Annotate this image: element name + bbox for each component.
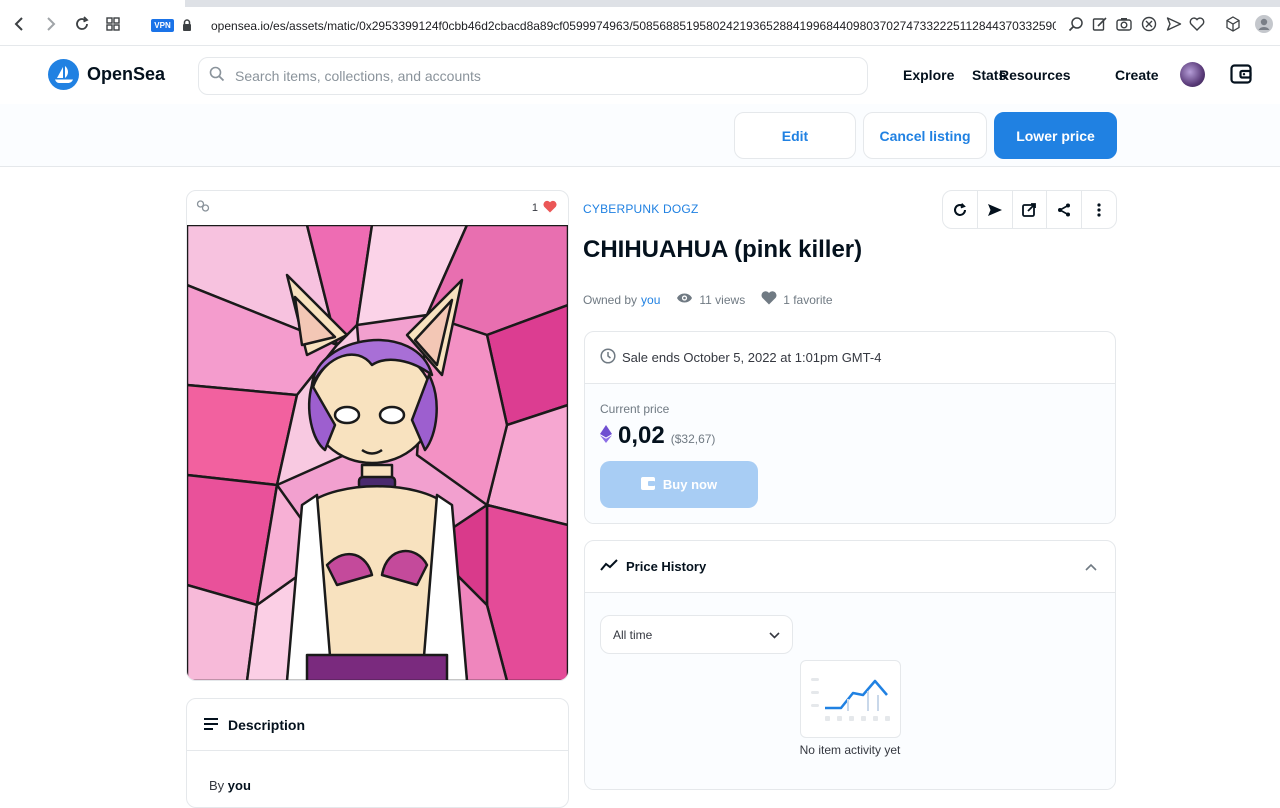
user-avatar[interactable] [1180, 62, 1205, 87]
clock-icon [600, 348, 616, 367]
price-value: 0,02 [618, 422, 665, 449]
price-row: 0,02 ($32,67) [600, 422, 715, 450]
sale-end-row: Sale ends October 5, 2022 at 1:01pm GMT-… [585, 332, 1115, 384]
time-range-value: All time [613, 627, 653, 642]
chevron-down-icon [769, 628, 780, 642]
address-bar[interactable]: opensea.io/es/assets/matic/0x2953399124f… [211, 19, 1056, 33]
views-count: 11 views [699, 292, 746, 307]
camera-icon[interactable] [1116, 16, 1132, 32]
transfer-icon[interactable] [978, 191, 1013, 228]
description-title: Description [228, 716, 306, 733]
price-history-panel: Price History All time No item activity … [584, 540, 1116, 790]
by-name[interactable]: you [228, 778, 251, 793]
forward-icon[interactable] [40, 14, 60, 34]
empty-chart-illustration [800, 660, 901, 738]
share-icon[interactable] [1047, 191, 1083, 228]
ethereum-icon [600, 425, 612, 448]
chevron-up-icon[interactable] [1085, 559, 1097, 574]
search-icon [209, 66, 225, 87]
favorites-stat: 1 favorite [761, 291, 833, 308]
eye-icon [676, 292, 693, 307]
like-counter[interactable]: 1 [532, 200, 557, 216]
by-label: By [209, 778, 225, 793]
vpn-badge[interactable]: VPN [151, 19, 174, 32]
nav-create[interactable]: Create [1115, 67, 1159, 83]
description-byline: By you [209, 778, 251, 793]
search-bar[interactable] [198, 57, 868, 95]
wallet-small-icon [640, 476, 655, 493]
refresh-icon[interactable] [943, 191, 978, 228]
opensea-logo[interactable]: OpenSea [48, 59, 165, 90]
price-history-header[interactable]: Price History [585, 541, 1115, 593]
price-section: Current price 0,02 ($32,67) Buy now [585, 384, 1115, 523]
site-header: OpenSea Explore Stats Resources Create [0, 46, 1280, 104]
price-usd: ($32,67) [670, 432, 716, 446]
lower-price-button[interactable]: Lower price [994, 112, 1117, 159]
time-range-select[interactable]: All time [600, 615, 793, 654]
empty-activity-text: No item activity yet [799, 743, 901, 757]
more-options-icon[interactable] [1082, 191, 1116, 228]
buy-now-label: Buy now [662, 477, 718, 492]
owned-by-label: Owned by [583, 292, 638, 307]
search-input[interactable] [235, 68, 835, 84]
edit-button[interactable]: Edit [734, 112, 856, 159]
trending-icon [600, 559, 618, 574]
external-link-icon[interactable] [1013, 191, 1048, 228]
views-stat: 11 views [676, 292, 745, 307]
item-title: CHIHUAHUA (pink killer) [583, 236, 863, 263]
price-history-body: All time No item activity yet [585, 593, 1115, 789]
owner-action-bar: Edit Cancel listing Lower price [0, 104, 1280, 167]
nft-artwork-image[interactable] [187, 225, 568, 681]
description-header[interactable]: Description [187, 699, 568, 751]
price-history-title: Price History [626, 559, 707, 574]
block-icon[interactable] [1141, 16, 1157, 32]
nft-image-card: 1 [186, 190, 569, 681]
logo-text: OpenSea [87, 64, 166, 84]
image-card-header: 1 [187, 191, 568, 225]
item-toolbar [942, 190, 1117, 229]
nav-resources[interactable]: Resources [999, 67, 1071, 83]
profile-icon[interactable] [1255, 15, 1273, 33]
send-icon[interactable] [1166, 16, 1182, 32]
tab-strip [185, 0, 1280, 7]
owner-link[interactable]: you [641, 293, 660, 307]
list-icon [204, 717, 218, 733]
reload-icon[interactable] [72, 14, 92, 34]
collection-link[interactable]: CYBERPUNK DOGZ [583, 202, 698, 216]
sale-panel: Sale ends October 5, 2022 at 1:01pm GMT-… [584, 331, 1116, 524]
opensea-ship-icon [48, 59, 79, 90]
back-icon[interactable] [10, 14, 30, 34]
nav-explore[interactable]: Explore [903, 67, 954, 83]
like-count: 1 [531, 202, 538, 214]
cancel-listing-button[interactable]: Cancel listing [863, 112, 987, 159]
search-page-icon[interactable] [1068, 16, 1084, 32]
description-panel: Description By you [186, 698, 569, 808]
current-price-label: Current price [600, 402, 670, 416]
sale-end-text: Sale ends October 5, 2022 at 1:01pm GMT-… [622, 350, 882, 365]
favorites-count: 1 favorite [783, 292, 833, 307]
lock-icon[interactable] [182, 18, 192, 36]
cube-icon[interactable] [1225, 16, 1241, 32]
speed-dial-icon[interactable] [103, 14, 123, 34]
buy-now-button[interactable]: Buy now [600, 461, 758, 508]
heart-outline-icon[interactable] [1189, 16, 1205, 32]
browser-toolbar: VPN opensea.io/es/assets/matic/0x2953399… [0, 0, 1280, 46]
edit-page-icon[interactable] [1092, 16, 1108, 32]
heart-icon [543, 200, 557, 216]
chain-link-icon[interactable] [196, 199, 210, 217]
heart-filled-icon [761, 291, 777, 308]
item-meta: Owned by you 11 views 1 favorite [583, 291, 833, 308]
wallet-icon[interactable] [1230, 63, 1252, 85]
